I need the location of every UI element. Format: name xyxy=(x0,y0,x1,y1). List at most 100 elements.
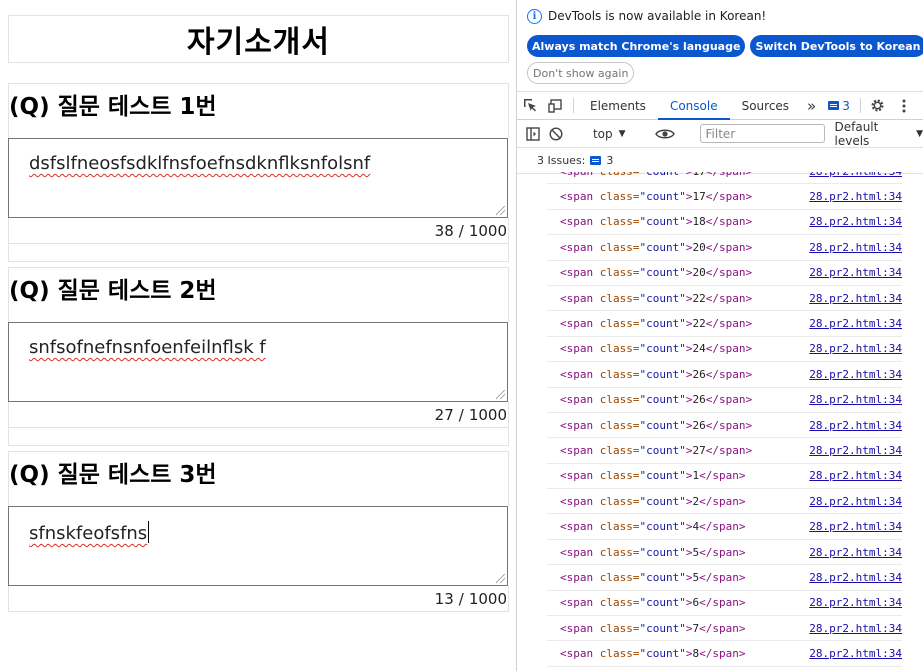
more-tabs-icon[interactable]: » xyxy=(801,92,822,119)
log-tag-close: </span> xyxy=(705,342,753,356)
tab-console[interactable]: Console xyxy=(657,92,730,120)
clear-console-icon[interactable] xyxy=(549,126,565,142)
tab-sources[interactable]: Sources xyxy=(730,92,801,119)
console-log-row: <span class="count">26</span> 28.pr2.html… xyxy=(547,362,902,388)
question-heading-box: (Q) 질문 테스트 3번 xyxy=(8,451,509,491)
char-counter-1: 38 / 1000 xyxy=(8,218,509,244)
log-tag-open: <span xyxy=(560,520,594,534)
settings-gear-icon[interactable] xyxy=(865,92,891,119)
resize-handle-icon[interactable] xyxy=(496,206,505,215)
sidebar-toggle-icon[interactable] xyxy=(525,126,541,142)
log-tag-close: </span> xyxy=(705,240,753,254)
resize-handle-icon[interactable] xyxy=(496,390,505,399)
live-expression-eye-icon[interactable] xyxy=(654,126,675,142)
console-log-row: <span class="count">20</span> 28.pr2.html… xyxy=(547,235,902,261)
log-source-link[interactable]: 28.pr2.html:34 xyxy=(809,495,902,508)
log-source-link[interactable]: 28.pr2.html:34 xyxy=(809,190,902,203)
log-tag-open: <span xyxy=(560,240,594,254)
device-toolbar-icon[interactable] xyxy=(543,92,569,119)
answer-textarea-2[interactable]: snfsofnefnsnfoenfeilnflsk f xyxy=(8,322,508,402)
log-count-value: 26 xyxy=(692,393,706,407)
answer-textarea-3[interactable]: sfnskfeofsfns xyxy=(8,506,508,586)
char-counter-2: 27 / 1000 xyxy=(8,402,509,428)
log-tag-open: <span xyxy=(560,215,594,229)
log-source-link[interactable]: 28.pr2.html:34 xyxy=(809,342,902,355)
log-levels-dropdown[interactable]: Default levels ▼ xyxy=(835,120,923,148)
log-tag-close: </span> xyxy=(699,545,746,559)
inspect-element-icon[interactable] xyxy=(517,92,543,119)
log-attr-value: "count" xyxy=(639,621,686,635)
log-source-link[interactable]: 28.pr2.html:34 xyxy=(809,368,902,381)
console-log-area[interactable]: <span class="count">17</span> 28.pr2.html… xyxy=(517,172,923,671)
context-selector[interactable]: top ▼ xyxy=(589,127,630,141)
log-tag-open: <span xyxy=(560,190,594,204)
log-source-link[interactable]: 28.pr2.html:34 xyxy=(809,292,902,305)
log-tag-close: </span> xyxy=(705,418,753,432)
log-attr-name: class= xyxy=(599,215,640,229)
console-log-row: <span class="count">1</span> 28.pr2.html:… xyxy=(547,464,902,490)
log-tag-close: </span> xyxy=(699,570,746,584)
log-source-link[interactable]: 28.pr2.html:34 xyxy=(809,520,902,533)
log-source-link[interactable]: 28.pr2.html:34 xyxy=(809,469,902,482)
log-count-value: 20 xyxy=(692,240,706,254)
log-source-link[interactable]: 28.pr2.html:34 xyxy=(809,172,902,178)
infobar-message: DevTools is now available in Korean! xyxy=(548,9,767,23)
log-tag-close: </span> xyxy=(699,621,746,635)
infobar-message-row: i DevTools is now available in Korean! xyxy=(527,6,913,26)
answer-textarea-1[interactable]: dsfslfneosfsdklfnsfoefnsdknflksnfolsnf xyxy=(8,138,508,218)
log-source-link[interactable]: 28.pr2.html:34 xyxy=(809,215,902,228)
console-log-row: <span class="count">17</span> 28.pr2.html… xyxy=(547,184,902,210)
log-attr-value: "count" xyxy=(639,291,686,305)
language-infobar: i DevTools is now available in Korean! A… xyxy=(517,0,923,92)
resize-handle-icon[interactable] xyxy=(496,574,505,583)
dropdown-caret-icon: ▼ xyxy=(618,128,626,139)
text-caret xyxy=(148,521,150,543)
log-tag-open: <span xyxy=(560,342,594,356)
log-count-value: 17 xyxy=(692,172,705,178)
tab-elements[interactable]: Elements xyxy=(578,92,658,119)
filter-input[interactable] xyxy=(699,124,825,143)
always-match-language-button[interactable]: Always match Chrome's language xyxy=(527,35,746,57)
console-log-row: <span class="count">26</span> 28.pr2.html… xyxy=(547,388,902,413)
log-attr-value: "count" xyxy=(639,520,686,534)
char-count-separator: / xyxy=(458,405,464,424)
kebab-menu-icon[interactable] xyxy=(891,92,917,119)
log-count-value: 27 xyxy=(692,443,706,457)
dropdown-caret-icon: ▼ xyxy=(916,128,923,139)
char-max: 1000 xyxy=(468,221,507,240)
issues-badge[interactable]: 3 xyxy=(822,92,856,119)
log-source-link[interactable]: 28.pr2.html:34 xyxy=(809,546,902,559)
context-label: top xyxy=(592,126,613,141)
log-message: <span class="count">20</span> xyxy=(560,241,752,254)
switch-to-korean-button[interactable]: Switch DevTools to Korean xyxy=(750,35,923,57)
log-source-link[interactable]: 28.pr2.html:34 xyxy=(809,241,902,254)
log-message: <span class="count">8</span> xyxy=(560,647,745,660)
log-source-link[interactable]: 28.pr2.html:34 xyxy=(809,596,902,609)
log-message: <span class="count">27</span> xyxy=(560,444,752,457)
log-attr-name: class= xyxy=(599,545,640,559)
log-tag-open: <span xyxy=(560,443,594,457)
console-log-row: <span class="count">26</span> 28.pr2.html… xyxy=(547,413,902,439)
log-source-link[interactable]: 28.pr2.html:34 xyxy=(809,571,902,584)
log-source-link[interactable]: 28.pr2.html:34 xyxy=(809,393,902,406)
log-tag-open: <span xyxy=(560,494,594,508)
log-tag-close: </span> xyxy=(699,647,746,661)
log-source-link[interactable]: 28.pr2.html:34 xyxy=(809,622,902,635)
log-source-link[interactable]: 28.pr2.html:34 xyxy=(809,444,902,457)
log-source-link[interactable]: 28.pr2.html:34 xyxy=(809,317,902,330)
log-attr-value: "count" xyxy=(639,367,686,381)
question-heading: (Q) 질문 테스트 2번 xyxy=(9,277,217,304)
question-gap xyxy=(8,123,509,138)
log-tag-open: <span xyxy=(560,291,594,305)
log-tag-close: </span> xyxy=(699,520,746,534)
log-attr-name: class= xyxy=(599,190,640,204)
dont-show-again-button[interactable]: Don't show again xyxy=(527,62,635,84)
log-source-link[interactable]: 28.pr2.html:34 xyxy=(809,266,902,279)
issues-bar[interactable]: 3 Issues: 3 xyxy=(517,148,923,174)
log-source-link[interactable]: 28.pr2.html:34 xyxy=(809,419,902,432)
devtools-tabbar: Elements Console Sources » 3 xyxy=(517,92,923,120)
question-block-2: (Q) 질문 테스트 2번 snfsofnefnsnfoenfeilnflsk … xyxy=(8,267,509,446)
log-message: <span class="count">5</span> xyxy=(560,571,745,584)
log-source-link[interactable]: 28.pr2.html:34 xyxy=(809,647,902,660)
char-max: 1000 xyxy=(468,589,507,608)
